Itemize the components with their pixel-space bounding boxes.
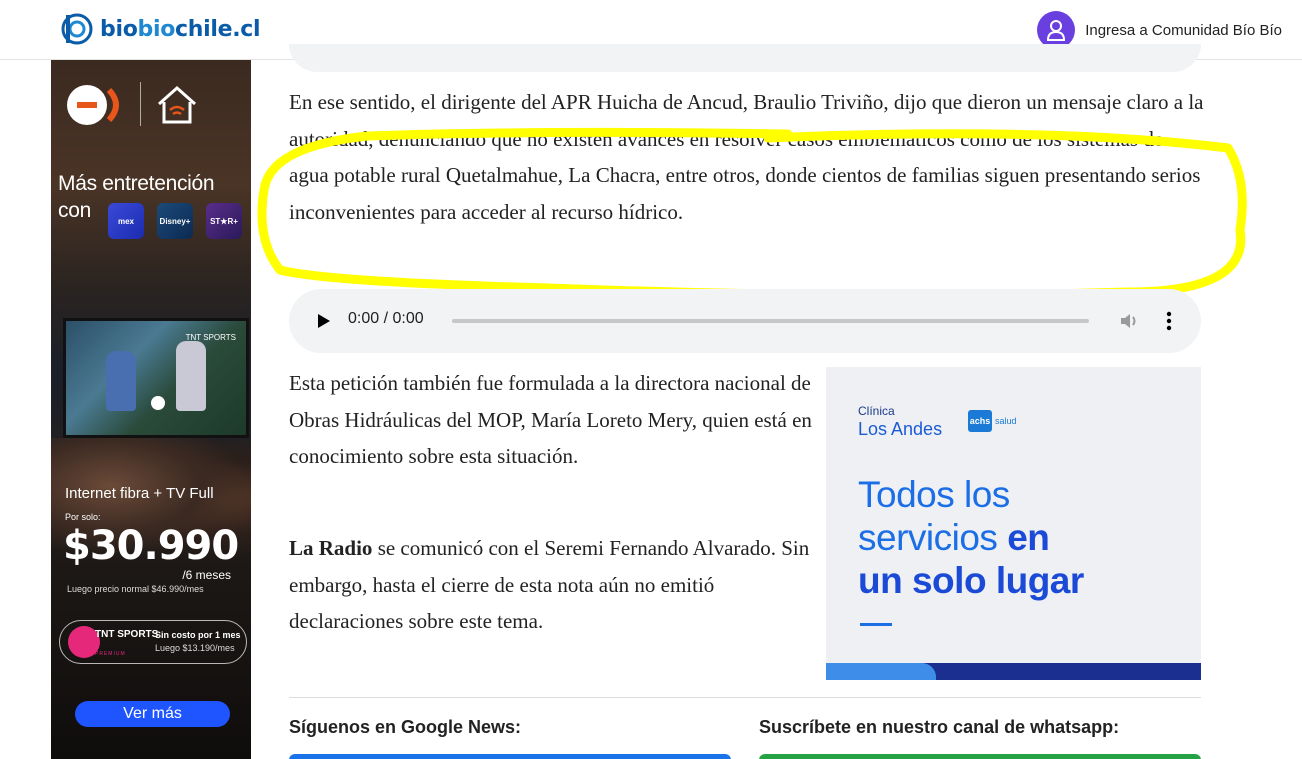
- ad-luego-precio: Luego precio normal $46.990/mes: [67, 584, 204, 594]
- article-paragraph: Esta petición también fue formulada a la…: [289, 371, 812, 468]
- tnt-label: TNT SPORTS: [95, 629, 159, 640]
- radio-bold-label: La Radio: [289, 536, 373, 560]
- los-andes-label: Los Andes: [858, 419, 943, 439]
- ad-meses: /6 meses: [182, 568, 231, 582]
- streaming-brands: mex Disney+ ST★R+: [108, 203, 242, 239]
- google-news-button[interactable]: [289, 754, 731, 759]
- entel-ad-banner[interactable]: Más entretención con mex Disney+ ST★R+ T…: [51, 60, 251, 759]
- clinica-label: Clínica: [858, 404, 895, 418]
- article-paragraph: La Radio se comunicó con el Seremi Ferna…: [289, 536, 810, 633]
- whatsapp-channel-button[interactable]: [759, 754, 1201, 759]
- ad-price: $30.990: [63, 523, 239, 569]
- community-label: Ingresa a Comunidad Bío Bío: [1085, 21, 1282, 39]
- volume-icon[interactable]: [1118, 310, 1140, 332]
- ad-slogan: Todos los servicios en un solo lugar: [858, 474, 1084, 601]
- biobio-logo-icon: [61, 13, 93, 45]
- ad-footer-accent: [826, 663, 936, 680]
- audio-progress-bar[interactable]: [452, 319, 1089, 323]
- ad-divider: [140, 82, 141, 126]
- follow-whatsapp-label: Suscríbete en nuestro canal de whatsapp:: [759, 717, 1120, 737]
- clinica-los-andes-ad[interactable]: Clínica Los Andes achs salud Todos los s…: [826, 367, 1201, 680]
- ad-dash: [860, 623, 892, 626]
- ad-por-solo: Por solo:: [65, 512, 101, 522]
- star-plus-logo: ST★R+: [206, 203, 242, 239]
- tv-badge: TNT SPORTS: [185, 333, 236, 342]
- audio-player[interactable]: 0:00 / 0:00: [289, 289, 1201, 353]
- audio-time: 0:00 / 0:00: [348, 310, 424, 327]
- follow-google-news-label: Síguenos en Google News:: [289, 717, 522, 737]
- more-options-icon[interactable]: [1162, 310, 1176, 332]
- smart-home-icon: [158, 85, 196, 124]
- previous-audio-player: [289, 44, 1201, 72]
- tnt-cost: Sin costo por 1 mes: [155, 630, 241, 640]
- tnt-sub: PREMIUM: [95, 651, 126, 657]
- logo-text: biobiochile.cl: [100, 16, 261, 42]
- mex-logo: mex: [108, 203, 144, 239]
- disney-plus-logo: Disney+: [157, 203, 193, 239]
- tv-football-image: TNT SPORTS: [63, 318, 249, 438]
- user-icon: [1047, 20, 1066, 41]
- entel-logo-icon: [67, 85, 119, 125]
- play-icon[interactable]: [314, 312, 332, 330]
- ver-mas-button[interactable]: Ver más: [75, 701, 230, 727]
- divider: [289, 697, 1201, 698]
- tnt-cost-after: Luego $13.190/mes: [155, 643, 235, 653]
- tnt-sports-promo: TNT SPORTS PREMIUM Sin costo por 1 mes L…: [59, 620, 247, 664]
- ad-fiber-text: Internet fibra + TV Full: [65, 485, 214, 502]
- achs-logo: achs salud: [968, 410, 1017, 432]
- site-logo[interactable]: biobiochile.cl: [60, 10, 261, 48]
- article-paragraph: En ese sentido, el dirigente del APR Hui…: [289, 90, 1204, 224]
